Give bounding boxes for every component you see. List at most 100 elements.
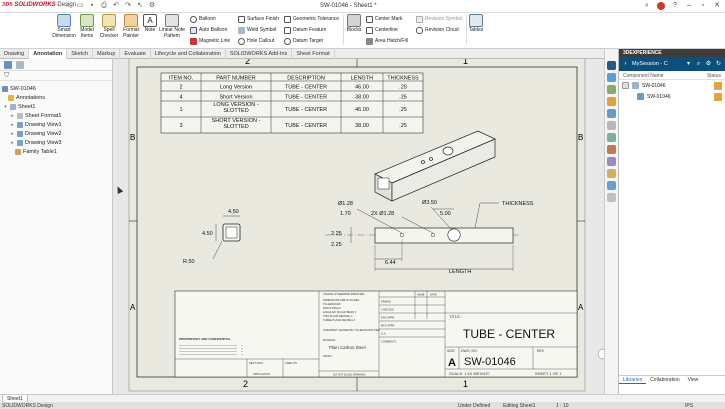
area-hatch-fill-button[interactable]: Area Hatch/Fill: [366, 37, 408, 45]
tab-sketch[interactable]: Sketch: [67, 49, 94, 59]
tab-lifecycle-collaboration[interactable]: Lifecycle and Collaboration: [151, 49, 226, 59]
magnetic-line-button[interactable]: Magnetic Line: [190, 37, 230, 45]
revision-cloud-button[interactable]: Revision Cloud: [416, 26, 462, 34]
auto-balloon-button[interactable]: Auto Balloon: [190, 26, 230, 34]
smart-dimension-button[interactable]: Smart Dimension: [52, 14, 76, 39]
save-icon[interactable]: ▪: [88, 2, 96, 10]
centerline-button[interactable]: Centerline: [366, 26, 408, 34]
custom-properties-icon[interactable]: [607, 133, 616, 142]
balloon-button[interactable]: Balloon: [190, 15, 230, 23]
marketplace-icon[interactable]: [607, 181, 616, 190]
collapse-caret-icon[interactable]: ▸: [10, 122, 15, 128]
tab-collaboration[interactable]: Collaboration: [646, 376, 683, 384]
blocks-button[interactable]: Blocks: [346, 14, 362, 34]
tab-sheet-format[interactable]: Sheet Format: [292, 49, 335, 59]
status-lock-icon: [714, 92, 722, 101]
feature-tree: SW-01046 Annotations ▾ Sheet1 ▸ Sheet Form…: [0, 81, 112, 159]
table-cell: 38.00: [355, 95, 369, 101]
note-button[interactable]: A Note: [143, 14, 157, 34]
filter-icon[interactable]: ⛉: [0, 71, 112, 81]
solidworks-forum-icon[interactable]: [607, 145, 616, 154]
column-status[interactable]: Status: [707, 73, 721, 79]
tab-libraries[interactable]: Libraries: [619, 376, 647, 384]
tree-item-sheet-format1[interactable]: ▸ Sheet Format1: [2, 111, 110, 120]
tree-root[interactable]: SW-01046: [2, 84, 110, 93]
tab-solidworks-addins[interactable]: SOLIDWORKS Add-Ins: [226, 49, 293, 59]
tab-annotation[interactable]: Annotation: [29, 49, 68, 59]
search-icon[interactable]: ⌕: [695, 61, 702, 68]
restore-icon[interactable]: ▫: [699, 2, 707, 10]
refresh-icon[interactable]: ↻: [715, 61, 722, 68]
select-icon[interactable]: ↖: [136, 2, 144, 10]
linear-note-pattern-button[interactable]: Linear Note Pattern: [159, 14, 185, 39]
toolbox-icon[interactable]: [607, 157, 616, 166]
family-table[interactable]: ITEM NO. PART NUMBER DESCRIPTION LENGTH …: [160, 72, 424, 134]
tab-markup[interactable]: Markup: [93, 49, 121, 59]
component-row[interactable]: SW-01046: [619, 80, 725, 91]
center-mark-button[interactable]: Center Mark: [366, 15, 408, 23]
datum-target-button[interactable]: Datum Target: [284, 37, 339, 45]
resources-icon[interactable]: [607, 169, 616, 178]
tab-drawing[interactable]: Drawing: [0, 49, 30, 59]
surface-finish-button[interactable]: Surface Finish: [238, 15, 279, 23]
revision-symbol-button[interactable]: Revision Symbol: [416, 15, 462, 23]
tree-item-sheet1[interactable]: ▾ Sheet1: [2, 102, 110, 111]
tree-item-family-table1[interactable]: Family Table1: [2, 147, 110, 156]
design-library-icon[interactable]: [607, 85, 616, 94]
collapse-caret-icon[interactable]: ▸: [10, 113, 15, 119]
file-explorer-icon[interactable]: [607, 97, 616, 106]
title-block[interactable]: UNLESS OTHERWISE SPECIFIED: NAME DATE DI…: [174, 290, 578, 378]
status-scale[interactable]: 1 : 10: [556, 403, 569, 409]
redo-icon[interactable]: ↷: [124, 2, 132, 10]
collapse-arrow-icon[interactable]: ›: [622, 61, 629, 68]
collapse-caret-icon[interactable]: ▸: [10, 140, 15, 146]
feature-tree-icon[interactable]: [4, 61, 12, 69]
help-icon[interactable]: ?: [671, 2, 679, 10]
spell-checker-button[interactable]: Spell Checker: [99, 14, 119, 39]
tables-button[interactable]: Tables: [468, 14, 484, 34]
tree-item-drawing-view1[interactable]: ▸ Drawing View1: [2, 120, 110, 129]
tab-view[interactable]: View: [684, 376, 703, 384]
new-document-icon[interactable]: ▭: [76, 2, 84, 10]
close-icon[interactable]: ✕: [713, 2, 721, 10]
user-avatar[interactable]: [657, 2, 665, 10]
home-icon[interactable]: [607, 73, 616, 82]
graphics-area[interactable]: ⌕ ⊕ ↩ ✥ 2 1 2 1 B B A A: [113, 59, 612, 394]
home-icon[interactable]: ⌂: [64, 2, 72, 10]
checkbox-icon[interactable]: [622, 82, 629, 89]
column-component-name[interactable]: Component Name: [623, 73, 707, 79]
3dexperience-icon[interactable]: [607, 61, 616, 70]
expand-caret-icon[interactable]: ▾: [3, 104, 8, 110]
datum-feature-button[interactable]: Datum Feature: [284, 26, 339, 34]
tree-item-drawing-view3[interactable]: ▸ Drawing View3: [2, 138, 110, 147]
session-selector[interactable]: MySession - C: [632, 61, 682, 67]
tb-text: NAME: [417, 293, 425, 297]
hole-callout-button[interactable]: Hole Callout: [238, 37, 279, 45]
weld-symbol-button[interactable]: Weld Symbol: [238, 26, 279, 34]
tree-item-annotations[interactable]: Annotations: [2, 93, 110, 102]
sheet-tabs-bar: Sheet1: [0, 394, 725, 404]
minimize-icon[interactable]: –: [685, 2, 693, 10]
drawing-sheet: 2 1 2 1 B B A A ITEM NO. PART NUMBER DES…: [128, 59, 609, 392]
more-panels-icon[interactable]: [607, 193, 616, 202]
print-icon[interactable]: ⎙: [100, 2, 108, 10]
settings-icon[interactable]: ⚙: [705, 61, 712, 68]
search-icon[interactable]: ⌕: [643, 2, 651, 10]
table-header: DESCRIPTION: [287, 76, 325, 82]
component-row[interactable]: SW-01046: [619, 91, 725, 102]
zone-label: B: [130, 133, 135, 142]
dropdown-icon[interactable]: ▾: [685, 61, 692, 68]
undo-icon[interactable]: ↶: [112, 2, 120, 10]
collapse-caret-icon[interactable]: ▸: [10, 131, 15, 137]
appearances-icon[interactable]: [607, 121, 616, 130]
view-palette-icon[interactable]: [607, 109, 616, 118]
command-manager-ribbon: Smart Dimension Model Items Spell Checke…: [0, 13, 725, 49]
format-painter-button[interactable]: Format Painter: [121, 14, 141, 39]
tab-evaluate[interactable]: Evaluate: [120, 49, 151, 59]
tree-item-drawing-view2[interactable]: ▸ Drawing View2: [2, 129, 110, 138]
options-gear-icon[interactable]: ⚙: [148, 2, 156, 10]
property-manager-icon[interactable]: [16, 61, 24, 69]
model-items-button[interactable]: Model Items: [78, 14, 96, 39]
status-units[interactable]: IPS: [685, 403, 693, 409]
geometric-tolerance-button[interactable]: Geometric Tolerance: [284, 15, 339, 23]
